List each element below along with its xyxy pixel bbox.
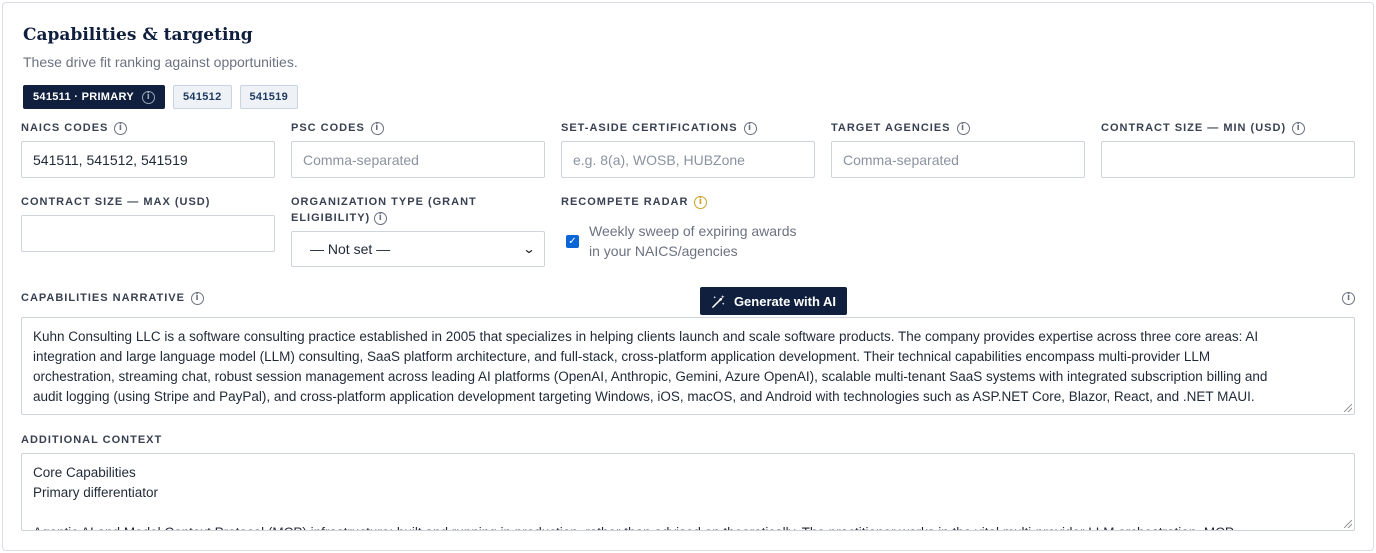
recompete-checkbox[interactable]: ✓	[566, 235, 579, 248]
org-type-label-line2: ELIGIBILITY)	[291, 212, 371, 224]
chip-label: 541511 · PRIMARY	[33, 91, 134, 103]
narrative-line: orchestration, streaming chat, robust se…	[33, 369, 1268, 384]
info-icon[interactable]: i	[370, 121, 384, 135]
capabilities-narrative-textarea[interactable]: Kuhn Consulting LLC is a software consul…	[21, 317, 1355, 415]
psc-input[interactable]: Comma-separated	[291, 141, 545, 178]
info-icon[interactable]: i	[114, 121, 128, 135]
recompete-text-line2: in your NAICS/agencies	[589, 243, 738, 259]
agencies-field: TARGET AGENCIES i	[831, 120, 970, 136]
contract-min-label: CONTRACT SIZE — MIN (USD)	[1101, 122, 1287, 134]
magic-wand-icon	[712, 294, 725, 308]
recompete-description: Weekly sweep of expiring awards in your …	[589, 221, 819, 261]
naics-chip-primary[interactable]: 541511 · PRIMARY i	[23, 85, 165, 109]
org-type-label-line1: ORGANIZATION TYPE (GRANT	[291, 196, 477, 208]
info-icon[interactable]: i	[142, 90, 155, 104]
info-icon[interactable]: i	[374, 211, 388, 225]
additional-line: Core Capabilities	[33, 465, 136, 480]
org-type-field: ORGANIZATION TYPE (GRANT ELIGIBILITY) i	[291, 194, 545, 226]
info-icon[interactable]: i	[1342, 292, 1355, 305]
info-icon[interactable]: i	[743, 121, 757, 135]
generate-button-label: Generate with AI	[733, 293, 837, 309]
contract-max-input[interactable]	[21, 215, 275, 252]
additional-line: Agentic AI and Model Context Protocol (M…	[33, 523, 1343, 530]
chip-label: 541512	[183, 91, 222, 103]
additional-line	[33, 503, 1343, 523]
contract-min-input[interactable]	[1101, 141, 1355, 178]
info-icon[interactable]: i	[694, 195, 708, 209]
naics-label: NAICS CODES	[21, 122, 109, 134]
chevron-down-icon: ⌄	[522, 242, 536, 256]
info-icon[interactable]: i	[1292, 121, 1306, 135]
narrative-line: integration and large language model (LL…	[33, 349, 1211, 364]
resize-handle[interactable]	[1344, 520, 1352, 528]
info-icon[interactable]: i	[956, 121, 970, 135]
naics-chip-row: 541511 · PRIMARY i 541512 541519	[23, 85, 299, 109]
chip-label: 541519	[249, 91, 289, 103]
section-subtitle: These drive fit ranking against opportun…	[23, 54, 298, 70]
check-icon: ✓	[568, 236, 577, 247]
additional-context-textarea[interactable]: Core Capabilities Primary differentiator…	[21, 453, 1355, 531]
recompete-field: RECOMPETE RADAR i	[561, 194, 708, 210]
naics-chip[interactable]: 541512	[173, 85, 232, 109]
naics-chip[interactable]: 541519	[239, 85, 299, 109]
additional-line: Primary differentiator	[33, 485, 159, 500]
psc-label: PSC CODES	[291, 122, 365, 134]
narrative-line: Kuhn Consulting LLC is a software consul…	[33, 329, 1259, 344]
psc-field: PSC CODES i	[291, 120, 384, 136]
set-aside-label: SET-ASIDE CERTIFICATIONS	[561, 122, 738, 134]
recompete-text-line1: Weekly sweep of expiring awards	[589, 223, 797, 239]
org-type-select[interactable]: — Not set — ⌄	[291, 231, 545, 267]
set-aside-input[interactable]: e.g. 8(a), WOSB, HUBZone	[561, 141, 815, 178]
contract-max-label: CONTRACT SIZE — MAX (USD)	[21, 196, 211, 208]
org-type-selected: — Not set —	[310, 241, 391, 257]
narrative-field: CAPABILITIES NARRATIVE i	[21, 290, 204, 306]
capabilities-card: Capabilities & targeting These drive fit…	[2, 2, 1374, 551]
additional-label: ADDITIONAL CONTEXT	[21, 434, 163, 446]
contract-min-field: CONTRACT SIZE — MIN (USD) i	[1101, 120, 1306, 136]
narrative-line: audit logging (using Stripe and PayPal),…	[33, 389, 1255, 404]
info-icon[interactable]: i	[191, 291, 204, 305]
agencies-input[interactable]: Comma-separated	[831, 141, 1085, 178]
naics-field: NAICS CODES i	[21, 120, 128, 136]
set-aside-field: SET-ASIDE CERTIFICATIONS i	[561, 120, 757, 136]
naics-input[interactable]: 541511, 541512, 541519	[21, 141, 275, 178]
additional-field: ADDITIONAL CONTEXT	[21, 432, 162, 448]
narrative-label: CAPABILITIES NARRATIVE	[21, 292, 185, 304]
contract-max-field: CONTRACT SIZE — MAX (USD)	[21, 194, 210, 210]
recompete-label: RECOMPETE RADAR	[561, 196, 689, 208]
generate-with-ai-button[interactable]: Generate with AI	[700, 287, 847, 315]
agencies-label: TARGET AGENCIES	[831, 122, 951, 134]
resize-handle[interactable]	[1344, 404, 1352, 412]
section-title: Capabilities & targeting	[23, 25, 253, 45]
